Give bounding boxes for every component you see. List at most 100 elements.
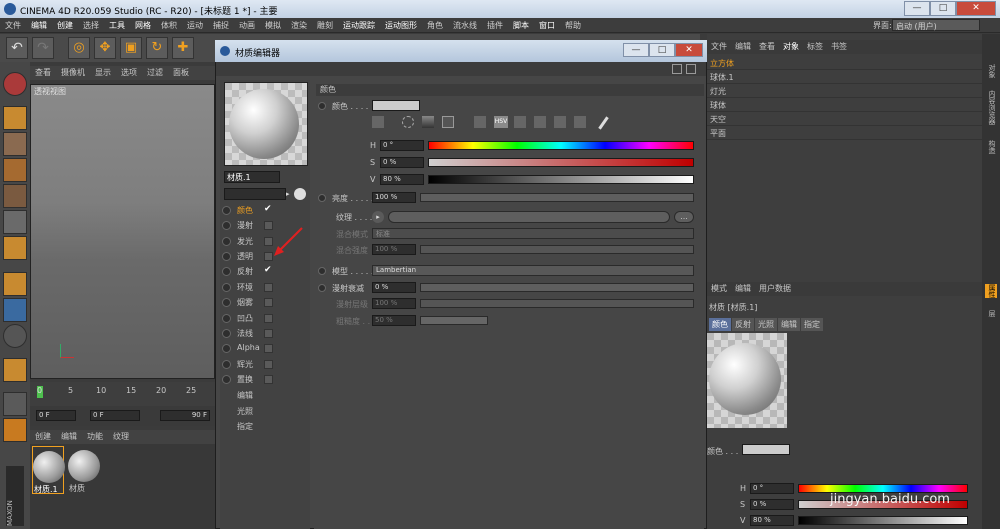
add-icon[interactable]: ✚ bbox=[172, 37, 194, 59]
menu-script[interactable]: 脚本 bbox=[508, 18, 534, 33]
attr-tab-illumination[interactable]: 光照 bbox=[755, 318, 777, 331]
channel-environment[interactable]: 环境 bbox=[222, 280, 310, 295]
model-dot[interactable] bbox=[318, 267, 326, 275]
blend-mode-select[interactable]: 标准 bbox=[372, 228, 694, 239]
channel-color-checkbox[interactable]: ✔ bbox=[264, 205, 273, 215]
channel-bump-checkbox[interactable] bbox=[264, 314, 273, 323]
h-field[interactable]: 0 ° bbox=[380, 140, 424, 151]
workplane-icon[interactable] bbox=[3, 418, 27, 442]
pick-icon[interactable] bbox=[294, 188, 306, 200]
menu-volume[interactable]: 体积 bbox=[156, 18, 182, 33]
polygons-mode-icon[interactable] bbox=[3, 272, 27, 296]
channel-glow[interactable]: 辉光 bbox=[222, 357, 310, 372]
brightness-dot[interactable] bbox=[318, 194, 326, 202]
picker-grid-icon[interactable] bbox=[574, 116, 586, 128]
picker-kelvin-icon[interactable] bbox=[514, 116, 526, 128]
checker-mode-icon[interactable] bbox=[3, 158, 27, 182]
mat-menu-texture[interactable]: 纹理 bbox=[108, 430, 134, 443]
obj-menu-edit[interactable]: 编辑 bbox=[731, 40, 755, 53]
channel-color-dot[interactable] bbox=[222, 206, 231, 215]
attr-tab-color[interactable]: 颜色 bbox=[709, 318, 731, 331]
model-select[interactable]: Lambertian bbox=[372, 265, 694, 276]
channel-color[interactable]: 颜色 ✔ bbox=[222, 203, 310, 218]
material-slot-2[interactable]: 材质 bbox=[68, 446, 100, 494]
perspective-viewport[interactable] bbox=[30, 84, 215, 379]
menu-edit[interactable]: 编辑 bbox=[26, 18, 52, 33]
menu-pipeline[interactable]: 流水线 bbox=[448, 18, 482, 33]
channel-normal-checkbox[interactable] bbox=[264, 329, 273, 338]
vp-menu-filter[interactable]: 过滤 bbox=[142, 66, 168, 79]
vp-menu-display[interactable]: 显示 bbox=[90, 66, 116, 79]
close-button[interactable]: ✕ bbox=[956, 1, 996, 16]
menu-file[interactable]: 文件 bbox=[0, 18, 26, 33]
points-mode-icon[interactable] bbox=[3, 210, 27, 234]
channel-bump-dot[interactable] bbox=[222, 314, 231, 323]
roughness-field[interactable]: 50 % bbox=[372, 315, 416, 326]
material-name-field[interactable]: 材质.1 bbox=[224, 171, 280, 183]
obj-menu-view[interactable]: 查看 bbox=[755, 40, 779, 53]
edges-mode-icon[interactable] bbox=[3, 236, 27, 260]
menu-animate[interactable]: 动画 bbox=[234, 18, 260, 33]
mat-menu-create[interactable]: 创建 bbox=[30, 430, 56, 443]
channel-diffuse-dot[interactable] bbox=[222, 221, 231, 230]
maximize-button[interactable]: □ bbox=[930, 1, 956, 16]
attr-menu-userdata[interactable]: 用户数据 bbox=[755, 282, 795, 295]
attr-tab-editor[interactable]: 编辑 bbox=[778, 318, 800, 331]
current-frame-field[interactable]: 0 F bbox=[90, 410, 140, 421]
menu-create[interactable]: 创建 bbox=[52, 18, 78, 33]
obj-menu-objects[interactable]: 对象 bbox=[779, 40, 803, 53]
material-preview[interactable] bbox=[224, 82, 308, 166]
texture-arrow-icon[interactable]: ▸ bbox=[372, 211, 384, 223]
side-tab-content-browser[interactable]: 内容浏览器 bbox=[985, 90, 997, 125]
color-swatch[interactable] bbox=[372, 100, 420, 111]
channel-luminance-dot[interactable] bbox=[222, 237, 231, 246]
h-gradient-slider[interactable] bbox=[428, 141, 694, 150]
channel-displacement[interactable]: 置换 bbox=[222, 372, 310, 387]
texture-path-field[interactable] bbox=[388, 211, 670, 223]
channel-reflectance[interactable]: 反射 ✔ bbox=[222, 264, 310, 279]
menu-plugins[interactable]: 插件 bbox=[482, 18, 508, 33]
channel-environment-checkbox[interactable] bbox=[264, 283, 273, 292]
channel-alpha[interactable]: Alpha bbox=[222, 341, 310, 356]
menu-character[interactable]: 角色 bbox=[422, 18, 448, 33]
attr-s-field[interactable]: 0 % bbox=[750, 499, 794, 510]
blend-strength-field[interactable]: 100 % bbox=[372, 244, 416, 255]
render-settings-icon[interactable] bbox=[3, 72, 27, 96]
mat-menu-function[interactable]: 功能 bbox=[82, 430, 108, 443]
side-tab-objects[interactable]: 对象 bbox=[985, 64, 997, 78]
channel-glow-checkbox[interactable] bbox=[264, 360, 273, 369]
roughness-slider[interactable] bbox=[420, 316, 488, 325]
magnet-icon[interactable] bbox=[3, 358, 27, 382]
brightness-slider[interactable] bbox=[420, 193, 694, 202]
model-mode-icon[interactable] bbox=[3, 106, 27, 130]
diffuse-level-field[interactable]: 100 % bbox=[372, 298, 416, 309]
attr-tab-assign[interactable]: 指定 bbox=[801, 318, 823, 331]
vp-menu-view[interactable]: 查看 bbox=[30, 66, 56, 79]
channel-reflectance-dot[interactable] bbox=[222, 267, 231, 276]
vp-menu-panel[interactable]: 面板 bbox=[168, 66, 194, 79]
snap-icon[interactable] bbox=[3, 324, 27, 348]
diffuse-falloff-slider[interactable] bbox=[420, 283, 694, 292]
picker-hsv-button[interactable]: HSV bbox=[494, 116, 508, 128]
channel-environment-dot[interactable] bbox=[222, 283, 231, 292]
channel-glow-dot[interactable] bbox=[222, 360, 231, 369]
picker-swatches-icon[interactable] bbox=[554, 116, 566, 128]
menu-mesh[interactable]: 网格 bbox=[130, 18, 156, 33]
diffuse-level-slider[interactable] bbox=[420, 299, 694, 308]
redo-icon[interactable]: ↷ bbox=[32, 37, 54, 59]
axis-mode-icon[interactable] bbox=[3, 298, 27, 322]
dialog-minimize-button[interactable]: — bbox=[623, 43, 649, 57]
extra-assign[interactable]: 指定 bbox=[237, 421, 253, 432]
channel-bump[interactable]: 凹凸 bbox=[222, 311, 310, 326]
obj-menu-bookmarks[interactable]: 书签 bbox=[827, 40, 851, 53]
menu-help[interactable]: 帮助 bbox=[560, 18, 586, 33]
menu-simulate[interactable]: 模拟 bbox=[260, 18, 286, 33]
picker-sliders-icon[interactable] bbox=[372, 116, 384, 128]
end-frame-field[interactable]: 90 F bbox=[160, 410, 210, 421]
attr-v-slider[interactable] bbox=[798, 516, 968, 525]
timeline-ruler[interactable]: 0 5 10 15 20 25 bbox=[30, 382, 215, 406]
menu-select[interactable]: 选择 bbox=[78, 18, 104, 33]
channel-fog-dot[interactable] bbox=[222, 298, 231, 307]
menu-motion[interactable]: 运动 bbox=[182, 18, 208, 33]
s-field[interactable]: 0 % bbox=[380, 157, 424, 168]
